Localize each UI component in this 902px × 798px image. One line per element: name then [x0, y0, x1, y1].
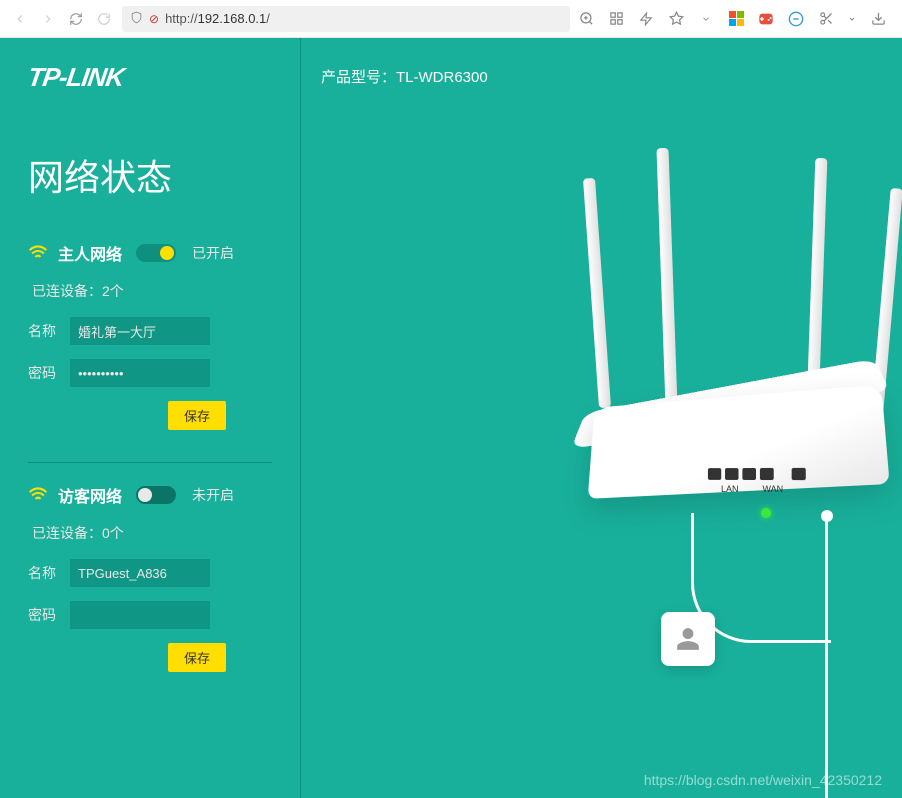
chevron-down-icon[interactable]: [698, 11, 714, 27]
insecure-icon: ⊘: [149, 12, 159, 26]
download-icon[interactable]: [870, 11, 886, 27]
wifi-icon: [28, 243, 48, 264]
guest-name-label: 名称: [28, 563, 60, 583]
guest-devices-info: 已连设备：0个: [28, 523, 272, 543]
host-password-input[interactable]: [70, 359, 210, 387]
guest-save-button[interactable]: 保存: [168, 643, 226, 672]
qr-icon[interactable]: [608, 11, 624, 27]
guest-password-label: 密码: [28, 605, 60, 625]
host-name-label: 名称: [28, 321, 60, 341]
host-devices-info: 已连设备：2个: [28, 281, 272, 301]
wan-label: WAN: [763, 484, 784, 494]
host-save-button[interactable]: 保存: [168, 401, 226, 430]
host-network-header: 主人网络 已开启: [28, 241, 272, 265]
router-illustration: LAN WAN: [451, 138, 901, 638]
nav-home-button[interactable]: [94, 9, 114, 29]
url-text: http://192.168.0.1/: [165, 11, 270, 26]
flash-icon[interactable]: [638, 11, 654, 27]
wifi-icon: [28, 485, 48, 506]
guest-network-title: 访客网络: [58, 483, 122, 507]
guest-name-input[interactable]: [70, 559, 210, 587]
page-title: 网络状态: [28, 149, 272, 201]
chevron-down-icon-2[interactable]: [848, 11, 856, 27]
lan-label: LAN: [721, 484, 739, 494]
minimize-icon[interactable]: [788, 11, 804, 27]
shield-icon: [130, 11, 143, 27]
host-network-status: 已开启: [192, 243, 234, 263]
section-divider: [28, 462, 272, 463]
zoom-icon[interactable]: [578, 11, 594, 27]
url-bar[interactable]: ⊘ http://192.168.0.1/: [122, 6, 570, 32]
guest-password-input[interactable]: [70, 601, 210, 629]
guest-network-toggle[interactable]: [136, 486, 176, 504]
guest-network-header: 访客网络 未开启: [28, 483, 272, 507]
star-icon[interactable]: [668, 11, 684, 27]
toolbar-right: [578, 11, 892, 27]
host-name-input[interactable]: [70, 317, 210, 345]
nav-reload-button[interactable]: [66, 9, 86, 29]
watermark: https://blog.csdn.net/weixin_42350212: [644, 772, 882, 788]
logo: TP-LINK: [26, 62, 274, 93]
sidebar: TP-LINK 网络状态 主人网络 已开启 已连设备：2个 名称 密码 保存: [0, 38, 300, 798]
device-node[interactable]: [661, 612, 715, 666]
router-admin-page: TP-LINK 网络状态 主人网络 已开启 已连设备：2个 名称 密码 保存: [0, 38, 902, 798]
gamepad-icon[interactable]: [758, 11, 774, 27]
nav-back-button[interactable]: [10, 9, 30, 29]
user-icon: [675, 626, 701, 652]
host-network-toggle[interactable]: [136, 244, 176, 262]
microsoft-icon[interactable]: [728, 11, 744, 27]
model-label: 产品型号：TL-WDR6300: [301, 38, 902, 115]
guest-network-status: 未开启: [192, 485, 234, 505]
host-network-title: 主人网络: [58, 241, 122, 265]
browser-toolbar: ⊘ http://192.168.0.1/: [0, 0, 902, 38]
main-panel: 产品型号：TL-WDR6300 LAN WAN: [300, 38, 902, 798]
nav-forward-button[interactable]: [38, 9, 58, 29]
cut-icon[interactable]: [818, 11, 834, 27]
host-password-label: 密码: [28, 363, 60, 383]
